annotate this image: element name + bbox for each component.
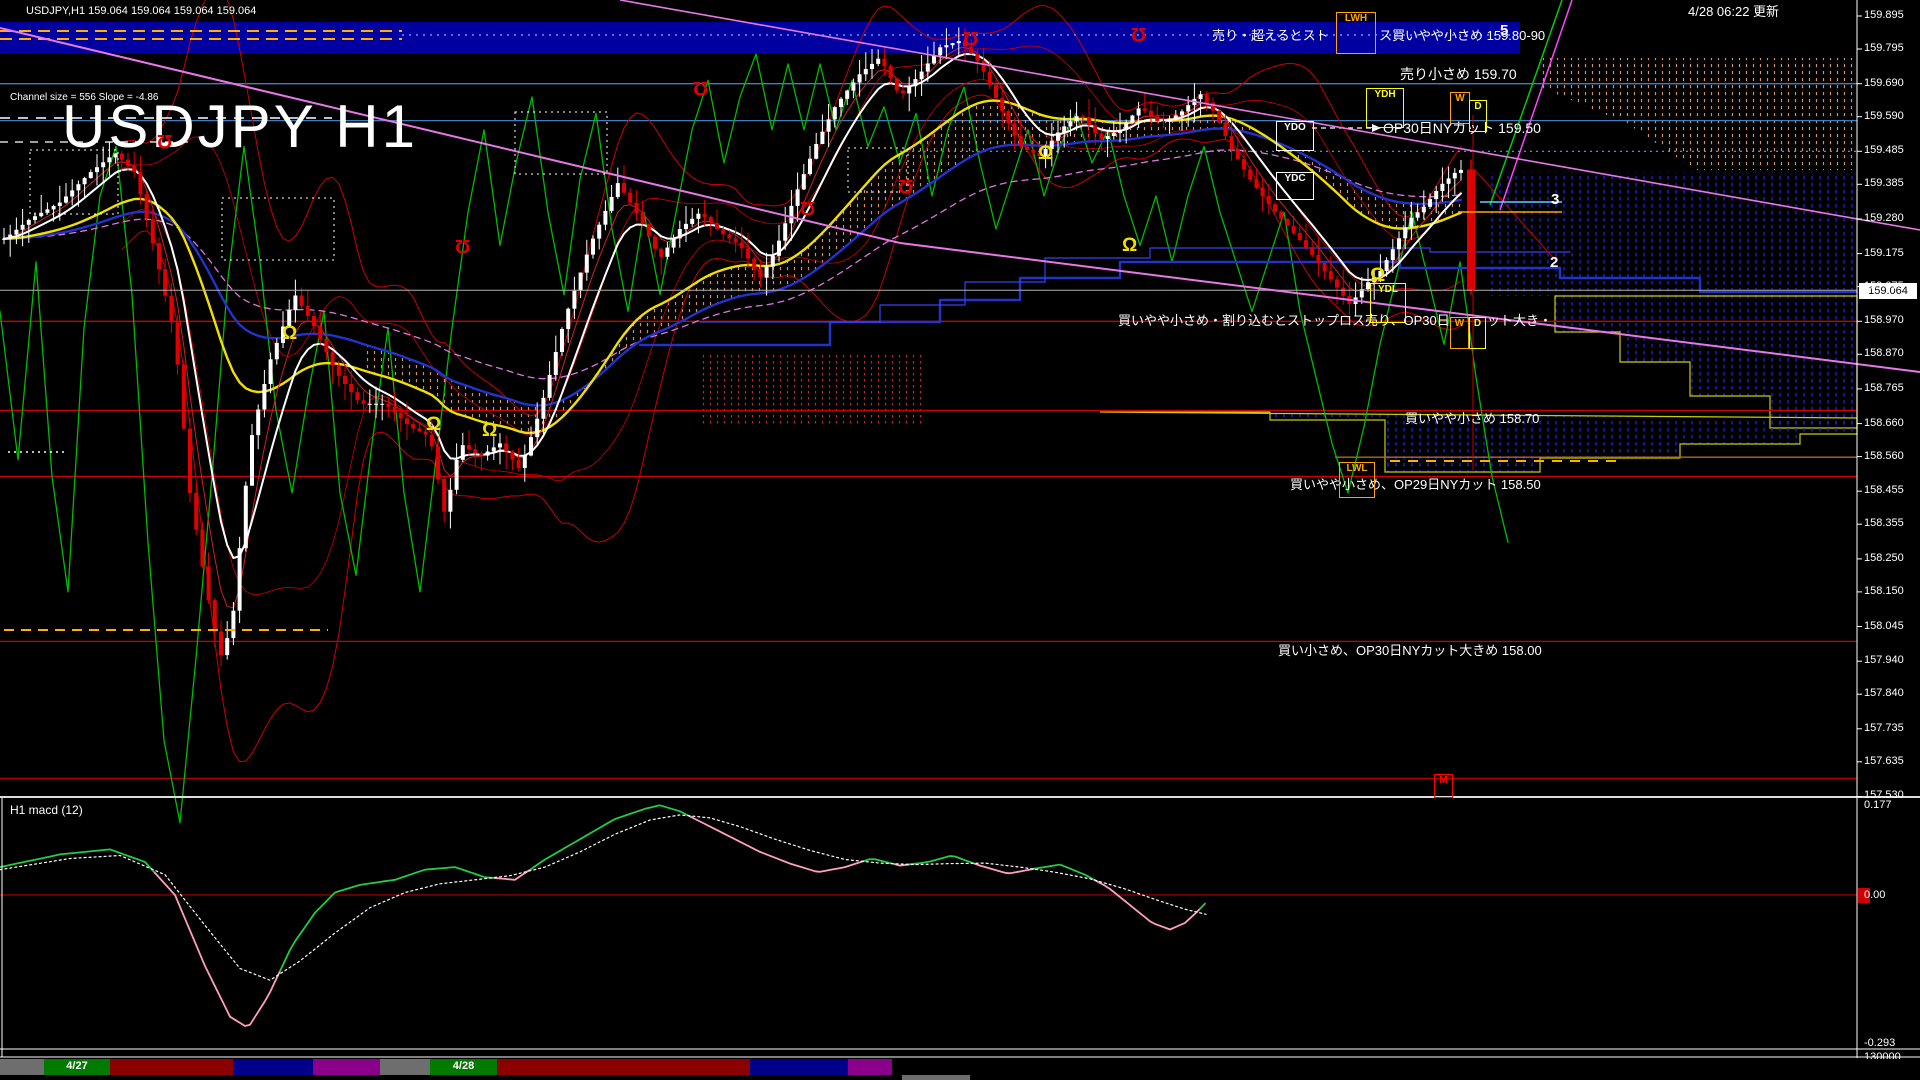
session-segment-gray: [380, 1059, 430, 1075]
macd-axis-zero: 0.00: [1864, 889, 1885, 901]
level-tag-d: D: [1469, 100, 1487, 132]
price-axis-label: 158.765: [1864, 382, 1904, 394]
session-segment-maroon: [110, 1059, 233, 1075]
session-segment-green: 4/27: [44, 1059, 110, 1075]
price-axis-label: 159.795: [1864, 42, 1904, 54]
annotation-buy-op30-15800: 買い小さめ、OP30日NYカット大きめ 158.00: [1278, 644, 1542, 659]
price-axis-label: 158.970: [1864, 314, 1904, 326]
price-axis-label: 158.455: [1864, 484, 1904, 496]
level-tag-ydh: YDH: [1366, 88, 1404, 128]
annotation-buy-stoploss-post: ット大き・: [1487, 314, 1552, 329]
wave-count-5: 5: [1500, 22, 1508, 39]
price-axis-label: 158.150: [1864, 585, 1904, 597]
annotation-buy-op29-15850: 買いやや小さめ、OP29日NYカット 158.50: [1290, 478, 1541, 493]
wave-count-3: 3: [1551, 191, 1559, 208]
last-update-timestamp: 4/28 06:22 更新: [1688, 5, 1779, 20]
macd-indicator-label: H1 macd (12): [10, 804, 83, 818]
price-axis-label: 157.635: [1864, 755, 1904, 767]
yellow-omega-signal-icon: Ω: [482, 421, 497, 440]
red-omega-signal-icon: Ω: [800, 198, 815, 217]
price-axis-label: 159.385: [1864, 177, 1904, 189]
price-axis-label: 159.075: [1864, 280, 1904, 292]
price-axis-label: 159.690: [1864, 77, 1904, 89]
session-segment-navy: [750, 1059, 848, 1075]
red-omega-signal-icon: Ω: [1131, 24, 1146, 43]
level-tag-w: W: [1450, 92, 1470, 124]
red-omega-signal-icon: Ω: [898, 176, 913, 195]
red-omega-signal-icon: Ω: [693, 78, 708, 97]
time-axis-session-bar: 4/27 4/28: [0, 1059, 1920, 1075]
price-axis-label: 157.735: [1864, 722, 1904, 734]
level-tag-lwh: LWH: [1336, 12, 1376, 54]
price-axis-label: 157.530: [1864, 789, 1904, 801]
session-segment-navy: [233, 1059, 313, 1075]
yellow-omega-signal-icon: Ω: [426, 415, 441, 434]
yellow-omega-signal-icon: Ω: [1370, 266, 1385, 285]
red-omega-signal-icon: Ω: [157, 131, 172, 150]
price-axis-label: 159.590: [1864, 110, 1904, 122]
price-axis-label: 157.940: [1864, 654, 1904, 666]
level-tag-d: D: [1469, 317, 1486, 349]
level-tag-ydl: YDL: [1370, 283, 1406, 323]
red-omega-signal-icon: Ω: [455, 236, 470, 255]
yellow-omega-signal-icon: Ω: [282, 324, 297, 343]
macd-axis-min: -0.293: [1864, 1037, 1895, 1049]
level-tag-w: W: [1450, 317, 1469, 349]
symbol-ohlc-line: USDJPY,H1 159.064 159.064 159.064 159.06…: [26, 5, 256, 18]
session-segment-green: 4/28: [430, 1059, 497, 1075]
annotation-sell-stop-post: ス買いやや小さめ 159.80-90: [1379, 29, 1545, 44]
chart-window: USDJPY,H1 159.064 159.064 159.064 159.06…: [0, 0, 1920, 1080]
price-axis-label: 159.280: [1864, 212, 1904, 224]
red-omega-signal-icon: Ω: [963, 28, 978, 47]
price-axis-label: 158.355: [1864, 517, 1904, 529]
wave-count-2: 2: [1550, 254, 1558, 271]
annotation-buy-15870: 買いやや小さめ 158.70: [1405, 412, 1539, 427]
session-segment-purple: [313, 1059, 380, 1075]
price-axis-label: 158.660: [1864, 417, 1904, 429]
price-axis-label: 157.840: [1864, 687, 1904, 699]
price-chart-canvas: [0, 0, 1920, 1080]
price-axis-label: 158.250: [1864, 552, 1904, 564]
price-axis-label: 158.560: [1864, 450, 1904, 462]
level-tag-lwl: LWL: [1339, 462, 1375, 498]
yellow-omega-signal-icon: Ω: [1122, 236, 1137, 255]
session-segment-purple: [848, 1059, 892, 1075]
price-axis-label: 159.485: [1864, 144, 1904, 156]
level-tag-ydc: YDC: [1276, 172, 1314, 200]
date-label: 4/27: [44, 1060, 110, 1072]
price-axis-label: 159.175: [1864, 247, 1904, 259]
yellow-omega-signal-icon: Ω: [1038, 144, 1053, 163]
level-tag-ydo: YDO: [1276, 121, 1314, 151]
date-label: 4/28: [430, 1060, 497, 1072]
level-tag-m: M: [1434, 774, 1453, 798]
session-segment-maroon: [497, 1059, 750, 1075]
channel-info-label: Channel size = 556 Slope = -4.86: [10, 92, 158, 104]
annotation-sell-stop-pre: 売り・超えるとスト: [1212, 29, 1329, 44]
price-axis-label: 159.895: [1864, 9, 1904, 21]
price-axis-label: 158.870: [1864, 347, 1904, 359]
session-segment-gray: [0, 1059, 44, 1075]
price-axis-label: 158.045: [1864, 620, 1904, 632]
annotation-sell-small-15970: 売り小さめ 159.70: [1400, 66, 1517, 82]
